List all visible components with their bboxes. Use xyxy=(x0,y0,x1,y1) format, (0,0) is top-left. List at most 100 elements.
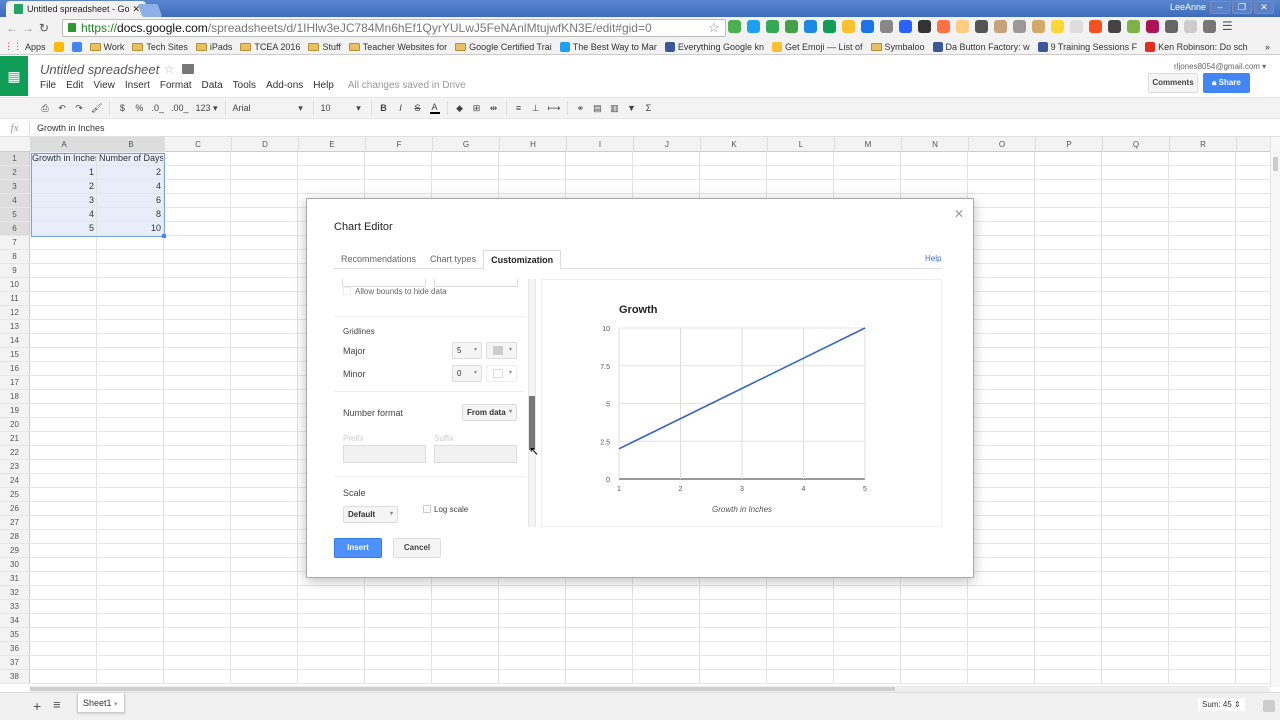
cell-e35[interactable] xyxy=(298,628,365,641)
cell-b19[interactable] xyxy=(97,404,164,417)
cell-c6[interactable] xyxy=(164,222,231,235)
cell-j33[interactable] xyxy=(633,600,700,613)
cell-n38[interactable] xyxy=(901,670,968,683)
column-header-g[interactable]: G xyxy=(433,137,500,152)
cell-r21[interactable] xyxy=(1169,432,1236,445)
cell-p26[interactable] xyxy=(1035,502,1102,515)
paint-format-icon[interactable]: 🖌︎ xyxy=(91,103,102,114)
cell-j2[interactable] xyxy=(633,166,700,179)
cell-p37[interactable] xyxy=(1035,656,1102,669)
all-sheets-icon[interactable]: ≡ xyxy=(53,697,61,712)
cell-o11[interactable] xyxy=(968,292,1035,305)
cell-p20[interactable] xyxy=(1035,418,1102,431)
bookmark-item[interactable]: TCEA 2016 xyxy=(240,42,300,52)
cell-g35[interactable] xyxy=(432,628,499,641)
cell-e2[interactable] xyxy=(298,166,365,179)
browser-tab[interactable]: Untitled spreadsheet - Go ✕ xyxy=(6,1,146,17)
extension-icon[interactable] xyxy=(747,20,760,33)
cell-j3[interactable] xyxy=(633,180,700,193)
cell-c24[interactable] xyxy=(164,474,231,487)
row-header[interactable]: 15 xyxy=(0,348,30,361)
cell-b5[interactable]: 8 xyxy=(97,208,164,221)
cell-a23[interactable] xyxy=(30,460,97,473)
cell-a12[interactable] xyxy=(30,306,97,319)
cell-p25[interactable] xyxy=(1035,488,1102,501)
cell-d3[interactable] xyxy=(231,180,298,193)
row-header[interactable]: 32 xyxy=(0,586,30,599)
maximize-button[interactable]: ❐ xyxy=(1232,1,1252,14)
cell-l32[interactable] xyxy=(767,586,834,599)
cell-q22[interactable] xyxy=(1102,446,1169,459)
cell-b17[interactable] xyxy=(97,376,164,389)
cell-r17[interactable] xyxy=(1169,376,1236,389)
cell-q24[interactable] xyxy=(1102,474,1169,487)
cell-d11[interactable] xyxy=(231,292,298,305)
cell-p5[interactable] xyxy=(1035,208,1102,221)
filter-icon[interactable]: ▼ xyxy=(626,103,636,113)
menu-insert[interactable]: Insert xyxy=(125,80,150,91)
cell-r12[interactable] xyxy=(1169,306,1236,319)
cell-b37[interactable] xyxy=(97,656,164,669)
cell-n34[interactable] xyxy=(901,614,968,627)
bookmark-item[interactable] xyxy=(53,41,64,52)
cell-d12[interactable] xyxy=(231,306,298,319)
cell-q17[interactable] xyxy=(1102,376,1169,389)
cell-d31[interactable] xyxy=(231,572,298,585)
row-header[interactable]: 19 xyxy=(0,404,30,417)
vertical-scroll-thumb[interactable] xyxy=(1273,157,1278,171)
folder-icon[interactable] xyxy=(182,64,194,74)
cell-p18[interactable] xyxy=(1035,390,1102,403)
cell-o34[interactable] xyxy=(968,614,1035,627)
increase-decimal-button[interactable]: .00_ xyxy=(171,103,189,113)
redo-icon[interactable]: ↷ xyxy=(74,103,84,114)
cell-r16[interactable] xyxy=(1169,362,1236,375)
cell-l37[interactable] xyxy=(767,656,834,669)
cell-c32[interactable] xyxy=(164,586,231,599)
cell-r3[interactable] xyxy=(1169,180,1236,193)
cell-p14[interactable] xyxy=(1035,334,1102,347)
row-header[interactable]: 31 xyxy=(0,572,30,585)
cell-b24[interactable] xyxy=(97,474,164,487)
cell-a7[interactable] xyxy=(30,236,97,249)
column-header-n[interactable]: N xyxy=(902,137,969,152)
cell-a4[interactable]: 3 xyxy=(30,194,97,207)
cell-l1[interactable] xyxy=(767,152,834,165)
cell-c26[interactable] xyxy=(164,502,231,515)
cell-r27[interactable] xyxy=(1169,516,1236,529)
cell-o18[interactable] xyxy=(968,390,1035,403)
extension-icon[interactable] xyxy=(1127,20,1140,33)
cell-p8[interactable] xyxy=(1035,250,1102,263)
column-header-o[interactable]: O xyxy=(969,137,1036,152)
cell-i32[interactable] xyxy=(566,586,633,599)
cell-b12[interactable] xyxy=(97,306,164,319)
cell-q9[interactable] xyxy=(1102,264,1169,277)
cell-m2[interactable] xyxy=(834,166,901,179)
cell-c3[interactable] xyxy=(164,180,231,193)
cell-c29[interactable] xyxy=(164,544,231,557)
bookmark-item[interactable]: iPads xyxy=(195,42,232,52)
cell-c15[interactable] xyxy=(164,348,231,361)
cell-a16[interactable] xyxy=(30,362,97,375)
cell-b15[interactable] xyxy=(97,348,164,361)
cell-c37[interactable] xyxy=(164,656,231,669)
cell-o1[interactable] xyxy=(968,152,1035,165)
cell-q36[interactable] xyxy=(1102,642,1169,655)
cell-r26[interactable] xyxy=(1169,502,1236,515)
cell-e33[interactable] xyxy=(298,600,365,613)
cell-a11[interactable] xyxy=(30,292,97,305)
cell-b30[interactable] xyxy=(97,558,164,571)
cell-r25[interactable] xyxy=(1169,488,1236,501)
font-select[interactable]: Arial xyxy=(233,103,289,113)
cell-o26[interactable] xyxy=(968,502,1035,515)
cell-o5[interactable] xyxy=(968,208,1035,221)
cell-r38[interactable] xyxy=(1169,670,1236,683)
cell-f35[interactable] xyxy=(365,628,432,641)
row-header[interactable]: 35 xyxy=(0,628,30,641)
bookmark-star-icon[interactable]: ☆ xyxy=(708,20,720,36)
cell-n32[interactable] xyxy=(901,586,968,599)
cell-m38[interactable] xyxy=(834,670,901,683)
cell-g1[interactable] xyxy=(432,152,499,165)
currency-button[interactable]: $ xyxy=(117,103,127,113)
menu-data[interactable]: Data xyxy=(202,80,223,91)
cell-b7[interactable] xyxy=(97,236,164,249)
